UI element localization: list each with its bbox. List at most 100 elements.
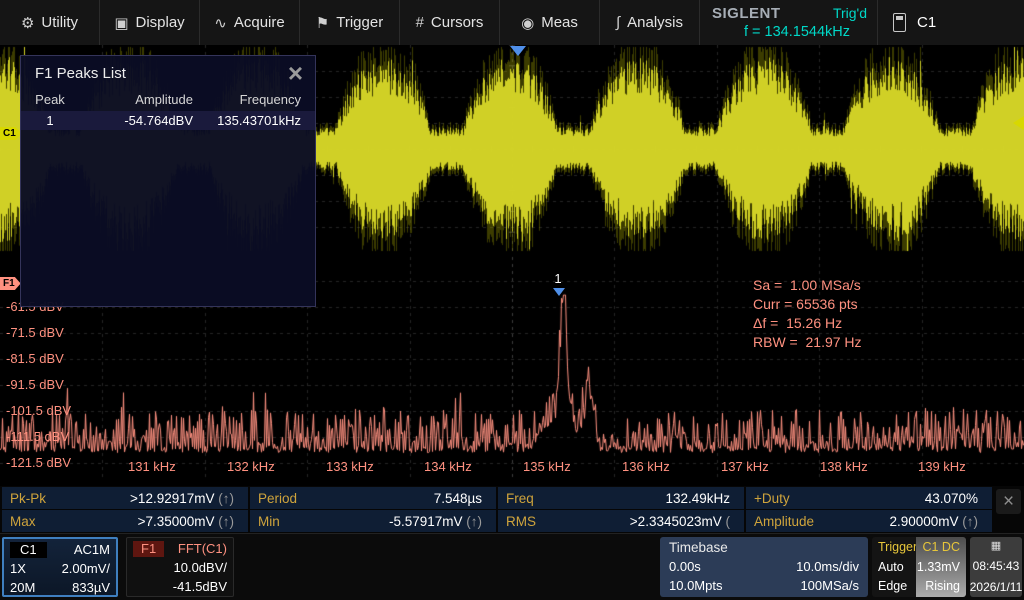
device-icon [893, 13, 906, 32]
trigger-position-marker[interactable] [510, 46, 526, 56]
measurement-value: >12.92917mV [130, 490, 215, 506]
measurement-value: 2.90000mV [889, 513, 959, 529]
measurement-freq[interactable]: Freq 132.49kHz [498, 487, 744, 509]
trigger-box[interactable]: Trigger Auto Edge C1 DC 1.33mV Rising [872, 537, 966, 597]
fft-x-label: 131 kHz [128, 459, 176, 474]
menu-item-acquire[interactable]: ∿ Acquire [200, 0, 300, 45]
fft-acquisition-info: Sa = 1.00 MSa/s Curr = 65536 pts Δf = 15.2… [753, 276, 862, 352]
timebase-delay: 0.00s [669, 559, 701, 574]
measurement-flag: (↑) [214, 513, 234, 529]
trigger-status-readout: Trig'd [832, 5, 867, 21]
peaks-panel-title: F1 Peaks List [35, 64, 126, 82]
menu-item-label: Utility [41, 14, 79, 31]
measurement-flag: ( [721, 513, 731, 529]
f1-function: FFT(C1) [177, 541, 227, 556]
fft-x-label: 134 kHz [424, 459, 472, 474]
measurement-rms[interactable]: RMS >2.3345023mV ( [498, 510, 744, 532]
fft-peak-marker-label: 1 [554, 271, 562, 286]
fft-y-label: -121.5 dBV [6, 455, 72, 470]
timebase-scale: 10.0ms/div [796, 559, 859, 574]
c1-badge: C1 [10, 541, 47, 558]
measurement-period[interactable]: Period 7.548µs [250, 487, 496, 509]
frequency-counter-readout: f = 134.1544kHz [744, 24, 851, 40]
timebase-points: 10.0Mpts [669, 578, 723, 593]
peaks-panel-titlebar: F1 Peaks List × [21, 56, 315, 90]
peaks-cell: -54.764dBV [124, 113, 193, 128]
f1-offset: -41.5dBV [172, 579, 227, 594]
fft-info-line: RBW = 21.97 Hz [753, 334, 862, 350]
fft-x-label: 137 kHz [721, 459, 769, 474]
fft-info-line: Curr = 65536 pts [753, 296, 858, 312]
measurement-amplitude[interactable]: Amplitude 2.90000mV (↑) [746, 510, 992, 532]
close-icon[interactable]: × [996, 489, 1021, 514]
top-menu-bar: ⚙ Utility ▣ Display ∿ Acquire ⚑ Trigger # Cursors… [0, 0, 1024, 46]
menu-item-label: Analysis [627, 14, 683, 31]
menu-strip: ⚙ Utility ▣ Display ∿ Acquire ⚑ Trigger # Cursors… [0, 0, 700, 45]
brand-zone: SIGLENT Trig'd f = 134.1544kHz [700, 0, 878, 45]
c1-probe: 1X [10, 561, 26, 576]
timebase-samplerate: 100MSa/s [800, 578, 859, 593]
menu-item-analysis[interactable]: ∫ Analysis [600, 0, 700, 45]
display-icon: ▣ [114, 14, 129, 32]
peaks-list-panel: F1 Peaks List × Peak Amplitude Frequency 1… [20, 55, 316, 307]
measurement-value: 132.49kHz [665, 490, 730, 506]
fft-y-label: -81.5 dBV [6, 351, 64, 366]
timebase-title: Timebase [669, 540, 728, 555]
measurement-pk-pk[interactable]: Pk-Pk >12.92917mV (↑) [2, 487, 248, 509]
menu-item-label: Trigger [336, 14, 384, 31]
measurements-row: Max >7.35000mV (↑) Min -5.57917mV (↑) RMS >2.… [2, 510, 992, 532]
measurement-flag: (↑) [462, 513, 482, 529]
menu-item-label: Display [135, 14, 185, 31]
channel-indicator-zone[interactable]: C1 [877, 0, 1024, 45]
f1-scale: 10.0dBV/ [173, 560, 228, 575]
measurements-bar: Pk-Pk >12.92917mV (↑) Period 7.548µs Freq 132… [0, 486, 1024, 533]
fft-x-label: 133 kHz [326, 459, 374, 474]
timebase-box[interactable]: Timebase 0.00s 10.0ms/div 10.0Mpts 100MS… [660, 537, 868, 597]
peaks-table-header: Peak Amplitude Frequency [21, 92, 315, 110]
menu-item-cursors[interactable]: # Cursors [400, 0, 500, 45]
clock-time: 08:45:43 [972, 558, 1020, 573]
measurement--duty[interactable]: +Duty 43.070% [746, 487, 992, 509]
fft-y-label: -71.5 dBV [6, 325, 64, 340]
grid-icon: ▦ [990, 539, 1002, 552]
fft-y-label: -101.5 dBV [6, 403, 72, 418]
bottom-status-bar: C1 AC1M 1X 2.00mV/ 20M 833µV F1 FFT(C1) … [0, 533, 1024, 600]
trigger-type: Edge [878, 579, 908, 593]
peaks-row[interactable]: 1 -54.764dBV 135.43701kHz [21, 111, 315, 130]
fft-x-label: 135 kHz [523, 459, 571, 474]
meter-icon: ◉ [521, 14, 535, 32]
waveform-icon: ∿ [214, 14, 227, 32]
menu-item-label: Meas [541, 14, 578, 31]
measurement-max[interactable]: Max >7.35000mV (↑) [2, 510, 248, 532]
math-f1-box[interactable]: F1 FFT(C1) 10.0dBV/ -41.5dBV [126, 537, 234, 597]
menu-item-display[interactable]: ▣ Display [100, 0, 200, 45]
clock-box[interactable]: ▦ 08:45:43 2026/1/11 [970, 537, 1022, 597]
c1-bandwidth: 20M [10, 580, 36, 595]
measurement-value: 43.070% [924, 490, 978, 506]
analysis-icon: ∫ [616, 14, 621, 31]
fft-y-label: -91.5 dBV [6, 377, 64, 392]
trigger-level-marker[interactable] [1013, 116, 1024, 130]
peaks-cell: 1 [46, 113, 54, 128]
trigger-mode: Auto [878, 559, 904, 574]
peaks-cell: 135.43701kHz [217, 113, 301, 128]
c1-scale: 2.00mV/ [61, 561, 110, 576]
menu-item-label: Acquire [233, 14, 285, 31]
channel-c1-box[interactable]: C1 AC1M 1X 2.00mV/ 20M 833µV [2, 537, 118, 597]
trigger-box-right: C1 DC 1.33mV Rising [916, 537, 966, 597]
menu-item-meas[interactable]: ◉ Meas [500, 0, 600, 45]
c1-coupling: AC1M [73, 542, 110, 557]
fft-y-label: -111.5 dBV [6, 429, 70, 444]
trigger-box-left: Trigger Auto Edge [872, 537, 917, 597]
cursors-icon: # [415, 14, 424, 31]
fft-x-label: 136 kHz [622, 459, 670, 474]
menu-item-utility[interactable]: ⚙ Utility [0, 0, 100, 45]
c1-offset: 833µV [72, 580, 110, 595]
measurement-value: 7.548µs [433, 490, 482, 506]
menu-item-trigger[interactable]: ⚑ Trigger [300, 0, 400, 45]
measurement-label: +Duty [754, 490, 790, 506]
fft-x-label: 139 kHz [918, 459, 966, 474]
fft-peak-marker-icon [553, 288, 565, 296]
measurement-min[interactable]: Min -5.57917mV (↑) [250, 510, 496, 532]
close-icon[interactable]: × [288, 58, 303, 88]
